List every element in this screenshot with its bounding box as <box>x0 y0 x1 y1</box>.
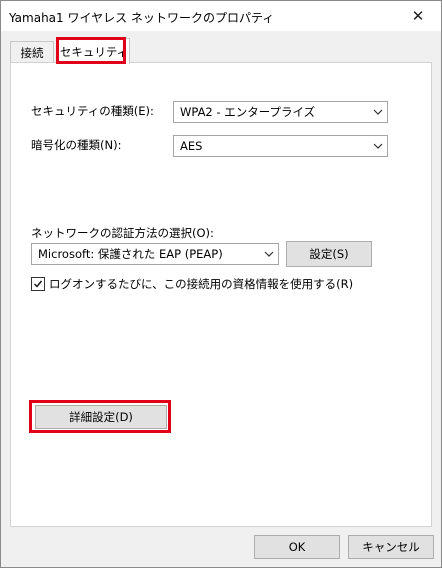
advanced-settings-button[interactable]: 詳細設定(D) <box>35 405 167 429</box>
tab-security[interactable]: セキュリティ <box>58 38 130 64</box>
remember-credentials-label: ログオンするたびに、この接続用の資格情報を使用する(R) <box>49 277 354 291</box>
tab-connection[interactable]: 接続 <box>10 41 54 63</box>
security-type-label: セキュリティの種類(E): <box>31 104 154 118</box>
tab-strip: 接続 セキュリティ <box>10 37 432 64</box>
chevron-down-icon <box>260 244 278 264</box>
tab-connection-label: 接続 <box>20 45 44 60</box>
chevron-down-icon <box>369 102 387 122</box>
security-tab-panel: セキュリティの種類(E): WPA2 - エンタープライズ 暗号化の種類(N):… <box>10 62 432 527</box>
auth-settings-label: 設定(S) <box>309 247 349 261</box>
window-title: Yamaha1 ワイヤレス ネットワークのプロパティ <box>9 11 275 25</box>
remember-credentials-checkbox[interactable] <box>31 277 45 291</box>
tab-security-label: セキュリティ <box>59 44 129 59</box>
cancel-label: キャンセル <box>362 540 420 554</box>
auth-method-select[interactable]: Microsoft: 保護された EAP (PEAP) <box>31 243 279 265</box>
auth-method-value: Microsoft: 保護された EAP (PEAP) <box>38 247 223 261</box>
security-type-value: WPA2 - エンタープライズ <box>180 105 316 119</box>
auth-method-label: ネットワークの認証方法の選択(O): <box>31 226 214 240</box>
encryption-type-select[interactable]: AES <box>173 135 388 157</box>
ok-button[interactable]: OK <box>254 535 340 559</box>
cancel-button[interactable]: キャンセル <box>348 535 434 559</box>
remember-credentials-row[interactable]: ログオンするたびに、この接続用の資格情報を使用する(R) <box>31 276 353 292</box>
encryption-type-value: AES <box>180 139 203 153</box>
close-icon: ✕ <box>411 7 425 25</box>
security-type-select[interactable]: WPA2 - エンタープライズ <box>173 101 388 123</box>
title-bar: Yamaha1 ワイヤレス ネットワークのプロパティ ✕ <box>1 1 441 31</box>
properties-dialog: Yamaha1 ワイヤレス ネットワークのプロパティ ✕ 接続 セキュリティ セ… <box>0 0 442 568</box>
ok-label: OK <box>288 540 306 554</box>
close-button[interactable]: ✕ <box>395 1 441 31</box>
auth-settings-button[interactable]: 設定(S) <box>286 241 372 267</box>
chevron-down-icon <box>369 136 387 156</box>
advanced-settings-label: 詳細設定(D) <box>69 410 133 424</box>
encryption-type-label: 暗号化の種類(N): <box>31 138 122 152</box>
